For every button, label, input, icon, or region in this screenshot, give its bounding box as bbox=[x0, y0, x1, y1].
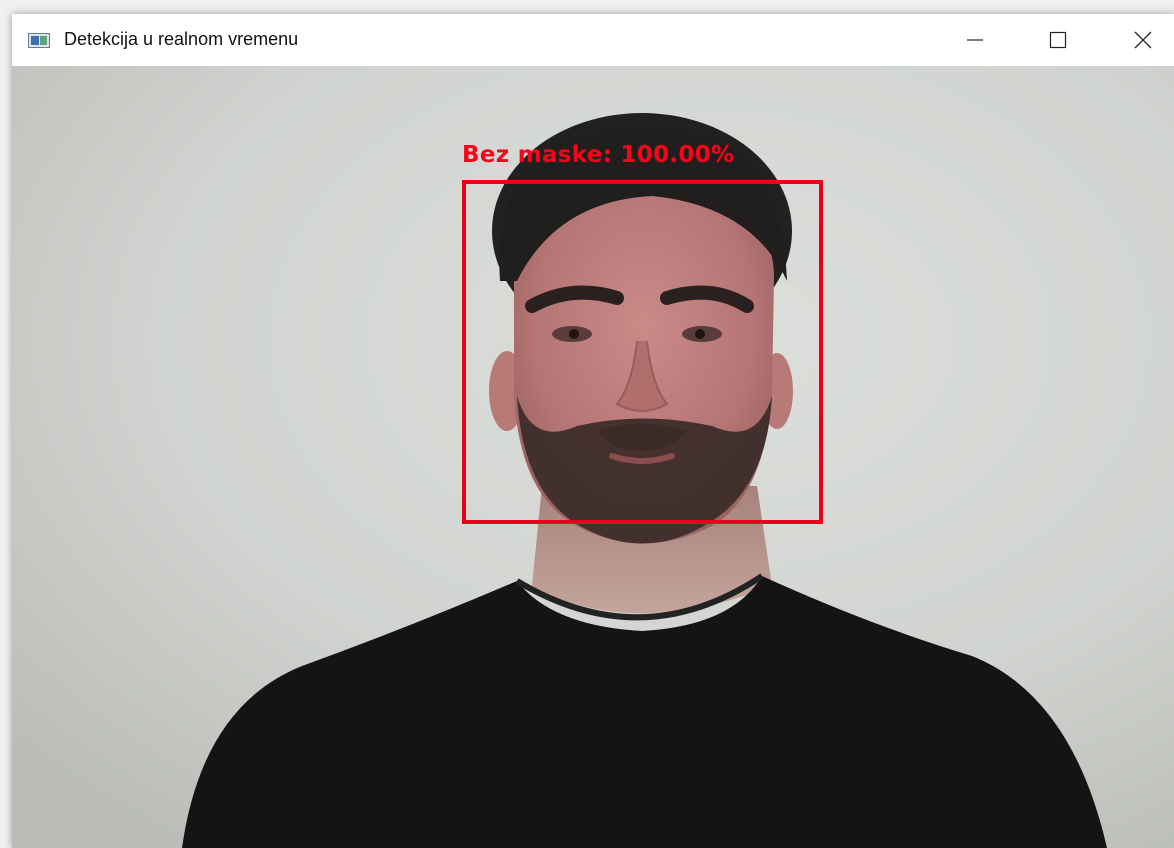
minimize-icon bbox=[967, 39, 983, 41]
face-detection-box bbox=[462, 180, 823, 524]
maximize-icon bbox=[1049, 31, 1067, 49]
minimize-button[interactable] bbox=[952, 14, 998, 66]
webcam-video-feed: Bez maske: 100.00% bbox=[12, 66, 1174, 848]
close-button[interactable] bbox=[1120, 14, 1166, 66]
app-window-icon bbox=[28, 33, 50, 48]
window-title: Detekcija u realnom vremenu bbox=[64, 29, 299, 49]
title-bar[interactable]: Detekcija u realnom vremenu bbox=[12, 14, 1174, 66]
detection-label: Bez maske: 100.00% bbox=[462, 142, 735, 168]
maximize-button[interactable] bbox=[1035, 14, 1081, 66]
close-icon bbox=[1134, 31, 1152, 49]
app-window: Detekcija u realnom vremenu Bez maske: 1… bbox=[12, 14, 1174, 848]
